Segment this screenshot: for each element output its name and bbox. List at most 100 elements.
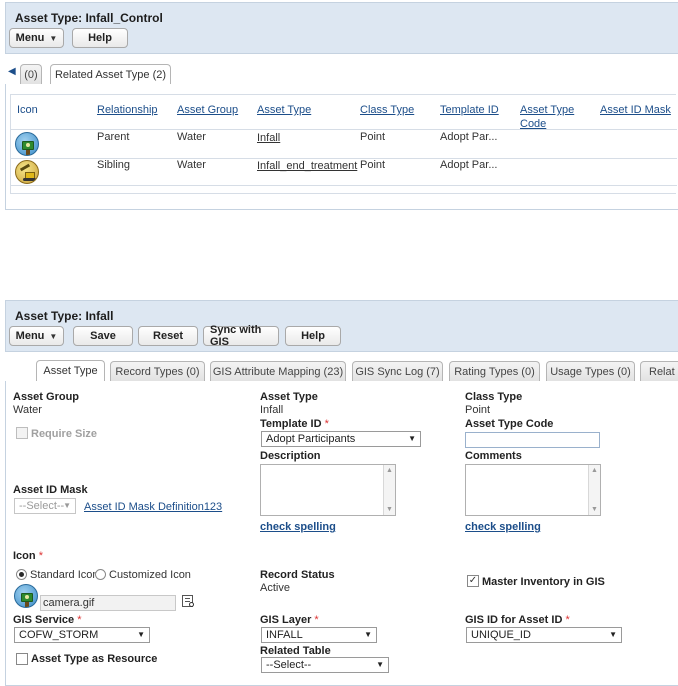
record-status-value: Active [260, 582, 290, 594]
gis-layer-label: GIS Layer * [260, 614, 319, 626]
standard-icon-radio[interactable] [16, 569, 27, 580]
top-tab-count-label: (0) [24, 68, 38, 81]
master-inventory-label: Master Inventory in GIS [482, 576, 605, 588]
tab-related[interactable]: Relat [640, 361, 678, 381]
gis-id-select[interactable]: UNIQUE_ID ▼ [466, 627, 622, 643]
gis-layer-label-text: GIS Layer [260, 614, 312, 626]
gis-service-select[interactable]: COFW_STORM ▼ [14, 627, 150, 643]
tab-gis-sync-log[interactable]: GIS Sync Log (7) [352, 361, 443, 381]
col-header-class-type[interactable]: Class Type [360, 103, 414, 117]
row-template-id: Adopt Par... [440, 131, 498, 143]
col-header-asset-type-code[interactable]: Asset Type Code [520, 103, 580, 131]
comments-textarea[interactable]: ▲ ▼ [465, 464, 601, 516]
related-asset-table: Icon Relationship Asset Group Asset Type… [10, 94, 677, 194]
col-header-relationship[interactable]: Relationship [97, 103, 158, 117]
chevron-down-icon: ▼ [137, 630, 145, 639]
tab-gis-attribute-mapping-label: GIS Attribute Mapping (23) [212, 365, 344, 378]
description-check-spelling-link[interactable]: check spelling [260, 521, 336, 533]
top-panel-header: Asset Type: Infall_Control Menu ▼ Help [5, 2, 678, 54]
icon-file-field[interactable]: camera.gif [40, 595, 176, 611]
top-help-label: Help [88, 32, 112, 44]
row-divider [11, 185, 677, 186]
class-type-value: Point [465, 404, 491, 416]
menu-button[interactable]: Menu ▼ [9, 326, 64, 346]
gis-service-label: GIS Service * [13, 614, 82, 626]
camera-icon [15, 132, 39, 156]
tab-rating-types[interactable]: Rating Types (0) [449, 361, 540, 381]
bottom-panel-title: Asset Type: Infall [15, 309, 114, 323]
top-tab-count[interactable]: (0) [20, 64, 42, 84]
comments-check-spelling-link[interactable]: check spelling [465, 521, 541, 533]
top-help-button[interactable]: Help [72, 28, 128, 48]
row-asset-type-link[interactable]: Infall_end_treatment [257, 160, 357, 172]
tab-record-types[interactable]: Record Types (0) [110, 361, 205, 381]
require-size-checkbox[interactable] [16, 427, 28, 439]
template-id-label-text: Template ID [260, 418, 322, 430]
chevron-down-icon: ▼ [408, 434, 416, 443]
description-textarea[interactable]: ▲ ▼ [260, 464, 396, 516]
gis-id-label: GIS ID for Asset ID * [465, 614, 570, 626]
reset-label: Reset [153, 330, 183, 342]
description-scrollbar[interactable]: ▲ ▼ [383, 465, 395, 515]
required-marker: * [38, 550, 43, 562]
chevron-down-icon: ▼ [609, 630, 617, 639]
asset-type-value: Infall [260, 404, 284, 416]
related-table-select[interactable]: --Select-- ▼ [261, 657, 389, 673]
gis-id-label-text: GIS ID for Asset ID [465, 614, 563, 626]
gis-id-value: UNIQUE_ID [471, 629, 531, 641]
asset-id-mask-definition-link[interactable]: Asset ID Mask Definition123 [84, 501, 222, 513]
camera-icon [14, 584, 38, 608]
row-asset-type-link[interactable]: Infall [257, 132, 280, 144]
col-header-asset-id-mask[interactable]: Asset ID Mask [600, 103, 671, 117]
row-class-type: Point [360, 159, 386, 171]
tab-gis-sync-log-label: GIS Sync Log (7) [355, 365, 440, 378]
col-header-asset-group[interactable]: Asset Group [177, 103, 238, 117]
template-id-value: Adopt Participants [266, 433, 356, 445]
master-inventory-checkbox[interactable]: ✓ [467, 575, 479, 587]
help-button[interactable]: Help [285, 326, 341, 346]
required-marker: * [565, 614, 570, 626]
table-row[interactable]: Parent Water Infall Point Adopt Par... [11, 130, 677, 158]
col-header-template-id[interactable]: Template ID [440, 103, 499, 117]
tab-record-types-label: Record Types (0) [115, 365, 200, 378]
asset-type-as-resource-label: Asset Type as Resource [31, 653, 158, 665]
asset-type-code-input[interactable] [465, 432, 600, 448]
tab-related-asset-type[interactable]: Related Asset Type (2) [50, 64, 171, 85]
customized-icon-radio[interactable] [95, 569, 106, 580]
reset-button[interactable]: Reset [138, 326, 198, 346]
require-size-label: Require Size [31, 428, 98, 440]
chevron-down-icon: ▼ [376, 660, 384, 669]
top-tab-scroll-left-icon[interactable]: ◀ [8, 66, 16, 77]
comments-scrollbar[interactable]: ▲ ▼ [588, 465, 600, 515]
chevron-down-icon: ▼ [63, 501, 71, 510]
asset-id-mask-select[interactable]: --Select-- ▼ [14, 498, 76, 514]
sync-with-gis-button[interactable]: Sync with GIS [203, 324, 279, 348]
menu-label: Menu [15, 330, 45, 342]
related-table-value: --Select-- [266, 659, 312, 671]
top-menu-button[interactable]: Menu ▼ [9, 28, 64, 48]
record-status-label: Record Status [260, 569, 335, 581]
row-template-id: Adopt Par... [440, 159, 498, 171]
tab-related-asset-type-label: Related Asset Type (2) [54, 69, 167, 81]
table-row[interactable]: Sibling Water Infall_end_treatment Point… [11, 159, 677, 187]
tab-asset-type[interactable]: Asset Type [36, 360, 105, 381]
row-relationship: Parent [97, 131, 130, 143]
tab-gis-attribute-mapping[interactable]: GIS Attribute Mapping (23) [210, 361, 346, 381]
customized-icon-label: Customized Icon [109, 569, 191, 581]
gis-layer-select[interactable]: INFALL ▼ [261, 627, 377, 643]
sync-with-gis-label: Sync with GIS [210, 324, 262, 348]
browse-file-icon[interactable] [182, 595, 194, 607]
asset-type-as-resource-checkbox[interactable] [16, 653, 28, 665]
tab-asset-type-label: Asset Type [43, 365, 98, 377]
save-button[interactable]: Save [73, 326, 133, 346]
template-id-select[interactable]: Adopt Participants ▼ [261, 431, 421, 447]
asset-group-value: Water [13, 404, 42, 416]
related-asset-table-panel: Icon Relationship Asset Group Asset Type… [5, 84, 678, 210]
top-menu-label: Menu [15, 32, 45, 44]
col-header-asset-type[interactable]: Asset Type [257, 103, 311, 117]
icon-file-value: camera.gif [43, 597, 95, 609]
icon-label: Icon * [13, 550, 43, 562]
asset-type-code-label: Asset Type Code [465, 418, 554, 430]
excavator-icon [15, 160, 39, 184]
tab-usage-types[interactable]: Usage Types (0) [546, 361, 635, 381]
